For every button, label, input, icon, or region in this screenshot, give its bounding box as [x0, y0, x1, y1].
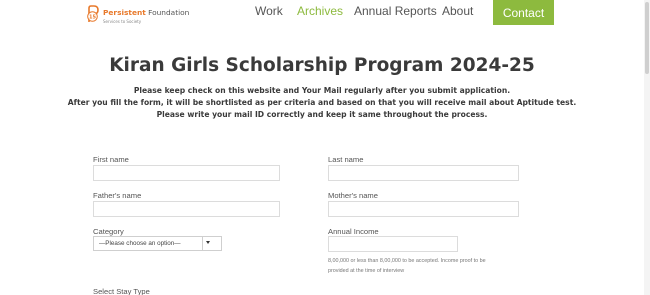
logo-brand-name: Persistent — [103, 8, 146, 17]
site-header: 15 Persistent Foundation Services to Soc… — [0, 0, 650, 28]
page-title: Kiran Girls Scholarship Program 2024-25 — [109, 55, 535, 76]
notice-line-2: After you fill the form, it will be shor… — [67, 98, 577, 107]
annual-income-label: Annual Income — [328, 227, 379, 236]
annual-income-help: 8,00,000 or less than 8,00,000 to be acc… — [328, 256, 538, 276]
annual-income-input[interactable] — [328, 236, 458, 252]
logo-number: 15 — [89, 15, 96, 21]
logo-mark-icon: 15 — [87, 5, 99, 22]
logo-brand-suffix: Foundation — [145, 8, 190, 17]
stay-type-label: Select Stay Type — [93, 287, 150, 295]
mothers-name-input[interactable] — [328, 201, 519, 217]
nav-item-archives[interactable]: Archives — [297, 4, 343, 18]
fathers-name-input[interactable] — [93, 201, 280, 217]
category-selected-value: —Please choose an option— — [99, 240, 181, 247]
chevron-down-icon — [206, 241, 210, 244]
last-name-input[interactable] — [328, 165, 519, 181]
category-label: Category — [93, 227, 124, 236]
scrollbar-thumb[interactable] — [645, 2, 649, 74]
category-select[interactable]: —Please choose an option— — [93, 236, 222, 251]
first-name-label: First name — [93, 155, 129, 164]
notice-line-1: Please keep check on this website and Yo… — [133, 86, 511, 95]
notice-line-3: Please write your mail ID correctly and … — [156, 110, 488, 119]
annual-income-help-line-1: 8,00,000 or less than 8,00,000 to be acc… — [328, 258, 486, 264]
nav-item-work[interactable]: Work — [255, 4, 283, 18]
logo-tagline: Services to Society — [103, 19, 142, 24]
mothers-name-label: Mother's name — [328, 191, 378, 200]
contact-button[interactable]: Contact — [493, 0, 554, 25]
last-name-label: Last name — [328, 155, 364, 164]
nav-item-annual-reports[interactable]: Annual Reports — [354, 4, 437, 18]
logo-wordmark: Persistent Foundation — [103, 8, 189, 17]
page-scrollbar[interactable] — [644, 0, 650, 295]
first-name-input[interactable] — [93, 165, 280, 181]
fathers-name-label: Father's name — [93, 191, 142, 200]
annual-income-help-line-2: provided at the time of interview — [328, 268, 405, 274]
nav-item-about[interactable]: About — [442, 4, 473, 18]
select-divider — [202, 237, 203, 250]
